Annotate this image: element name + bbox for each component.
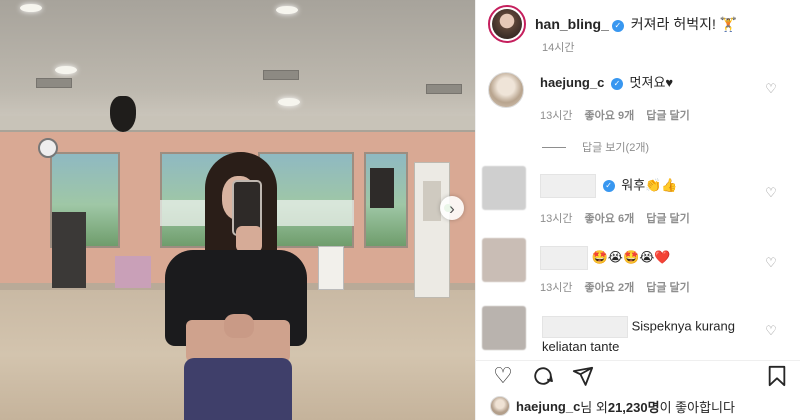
- comment-like-heart-icon[interactable]: ♡: [764, 186, 778, 200]
- commenter-avatar[interactable]: [482, 306, 526, 350]
- comment-body: Sispeknya kurang keliatan tante: [542, 316, 768, 356]
- comment-time[interactable]: 13시간: [540, 213, 572, 225]
- caption-text: han_bling_ ✓ 커져라 허벅지! 🏋: [535, 14, 737, 34]
- wall-clock: [38, 138, 58, 158]
- post-actions-bar: ♡: [490, 363, 790, 391]
- likes-suffix: 이 좋아합니다: [659, 399, 735, 415]
- chevron-right-icon: ›: [449, 198, 455, 218]
- comment-body: 🤩😭🤩😭❤️: [540, 246, 766, 270]
- equipment-rack: [52, 212, 86, 288]
- commenter-username[interactable]: [540, 246, 588, 270]
- commenter-username[interactable]: haejung_c: [540, 75, 604, 90]
- ceiling-light: [55, 66, 77, 74]
- commenter-avatar[interactable]: [482, 238, 526, 282]
- photo-ceiling: [0, 0, 475, 128]
- comment-likes-count[interactable]: 좋아요 2개: [585, 282, 635, 294]
- person-hand: [236, 226, 262, 252]
- comment-likes-count[interactable]: 좋아요 9개: [585, 110, 635, 122]
- post-photo: ›: [0, 0, 475, 420]
- liker-avatar[interactable]: [490, 396, 510, 416]
- heart-outline-icon[interactable]: ♡: [490, 363, 516, 389]
- reply-button[interactable]: 답글 달기: [646, 282, 690, 294]
- verified-badge-icon: ✓: [602, 180, 615, 193]
- comment-meta: 13시간 좋아요 6개 답글 달기: [540, 210, 699, 226]
- liker-username[interactable]: haejung_c: [516, 399, 580, 414]
- commenter-username[interactable]: [542, 316, 628, 338]
- comment-body: ✓ 워후👏👍: [540, 174, 766, 198]
- comment-like-heart-icon[interactable]: ♡: [764, 324, 778, 338]
- comment-text: 멋져요♥: [629, 75, 674, 90]
- comment-likes-count[interactable]: 좋아요 6개: [585, 213, 635, 225]
- comments-panel: han_bling_ ✓ 커져라 허벅지! 🏋 14시간 haejung_c ✓ …: [475, 0, 800, 420]
- ceiling-vent: [263, 70, 299, 80]
- security-camera: [110, 96, 136, 132]
- commenter-avatar[interactable]: [488, 72, 524, 108]
- reply-button[interactable]: 답글 달기: [646, 213, 690, 225]
- verified-badge-icon: ✓: [610, 78, 623, 90]
- person-hand: [224, 314, 254, 338]
- comment-like-heart-icon[interactable]: ♡: [764, 82, 778, 96]
- caption-body: 커져라 허벅지! 🏋: [630, 16, 738, 32]
- view-replies-button[interactable]: 답글 보기(2개): [542, 139, 649, 155]
- ceiling-vent: [426, 84, 462, 94]
- commenter-avatar[interactable]: [482, 166, 526, 210]
- air-conditioner: [414, 162, 450, 298]
- comment-time[interactable]: 13시간: [540, 282, 572, 294]
- actions-divider: [476, 360, 800, 361]
- comment-body: haejung_c ✓ 멋져요♥: [540, 74, 766, 92]
- comment-time[interactable]: 13시간: [540, 110, 572, 122]
- yoga-mats: [115, 256, 151, 288]
- ceiling-light: [276, 6, 298, 14]
- post-timestamp[interactable]: 14시간: [542, 39, 574, 55]
- ceiling-light: [278, 98, 300, 106]
- instagram-post-view: › han_bling_ ✓ 커져라 허벅지! 🏋 14시간 haejung_c …: [0, 0, 800, 420]
- comment-text: 워후👏👍: [621, 177, 678, 193]
- person-pants: [184, 358, 292, 420]
- likes-count[interactable]: 21,230명: [608, 397, 660, 416]
- speaker: [370, 168, 394, 208]
- comment-like-heart-icon[interactable]: ♡: [764, 256, 778, 270]
- author-username[interactable]: han_bling_: [535, 16, 609, 32]
- author-avatar[interactable]: [488, 5, 526, 43]
- likes-prefix: 님 외: [580, 399, 608, 415]
- verified-badge-icon: ✓: [611, 20, 624, 32]
- post-caption: han_bling_ ✓ 커져라 허벅지! 🏋: [488, 5, 788, 43]
- bookmark-icon[interactable]: [764, 363, 790, 389]
- ceiling-light: [20, 4, 42, 12]
- replies-divider-line: [542, 146, 566, 148]
- ceiling-vent: [36, 78, 72, 88]
- next-photo-button[interactable]: ›: [440, 196, 464, 220]
- view-replies-label: 답글 보기(2개): [582, 142, 650, 154]
- cabinet: [318, 246, 344, 290]
- likes-summary: haejung_c 님 외 21,230명 이 좋아합니다: [490, 396, 735, 416]
- avatar-image: [492, 9, 522, 39]
- comment-bubble-icon[interactable]: [530, 363, 556, 389]
- reply-button[interactable]: 답글 달기: [646, 110, 690, 122]
- commenter-username[interactable]: [540, 174, 596, 198]
- paper-plane-icon[interactable]: [570, 363, 596, 389]
- comment-text: 🤩😭🤩😭❤️: [591, 249, 671, 265]
- comment-meta: 13시간 좋아요 9개 답글 달기: [540, 107, 699, 123]
- photo-beam: [0, 116, 475, 132]
- comment-meta: 13시간 좋아요 2개 답글 달기: [540, 279, 699, 295]
